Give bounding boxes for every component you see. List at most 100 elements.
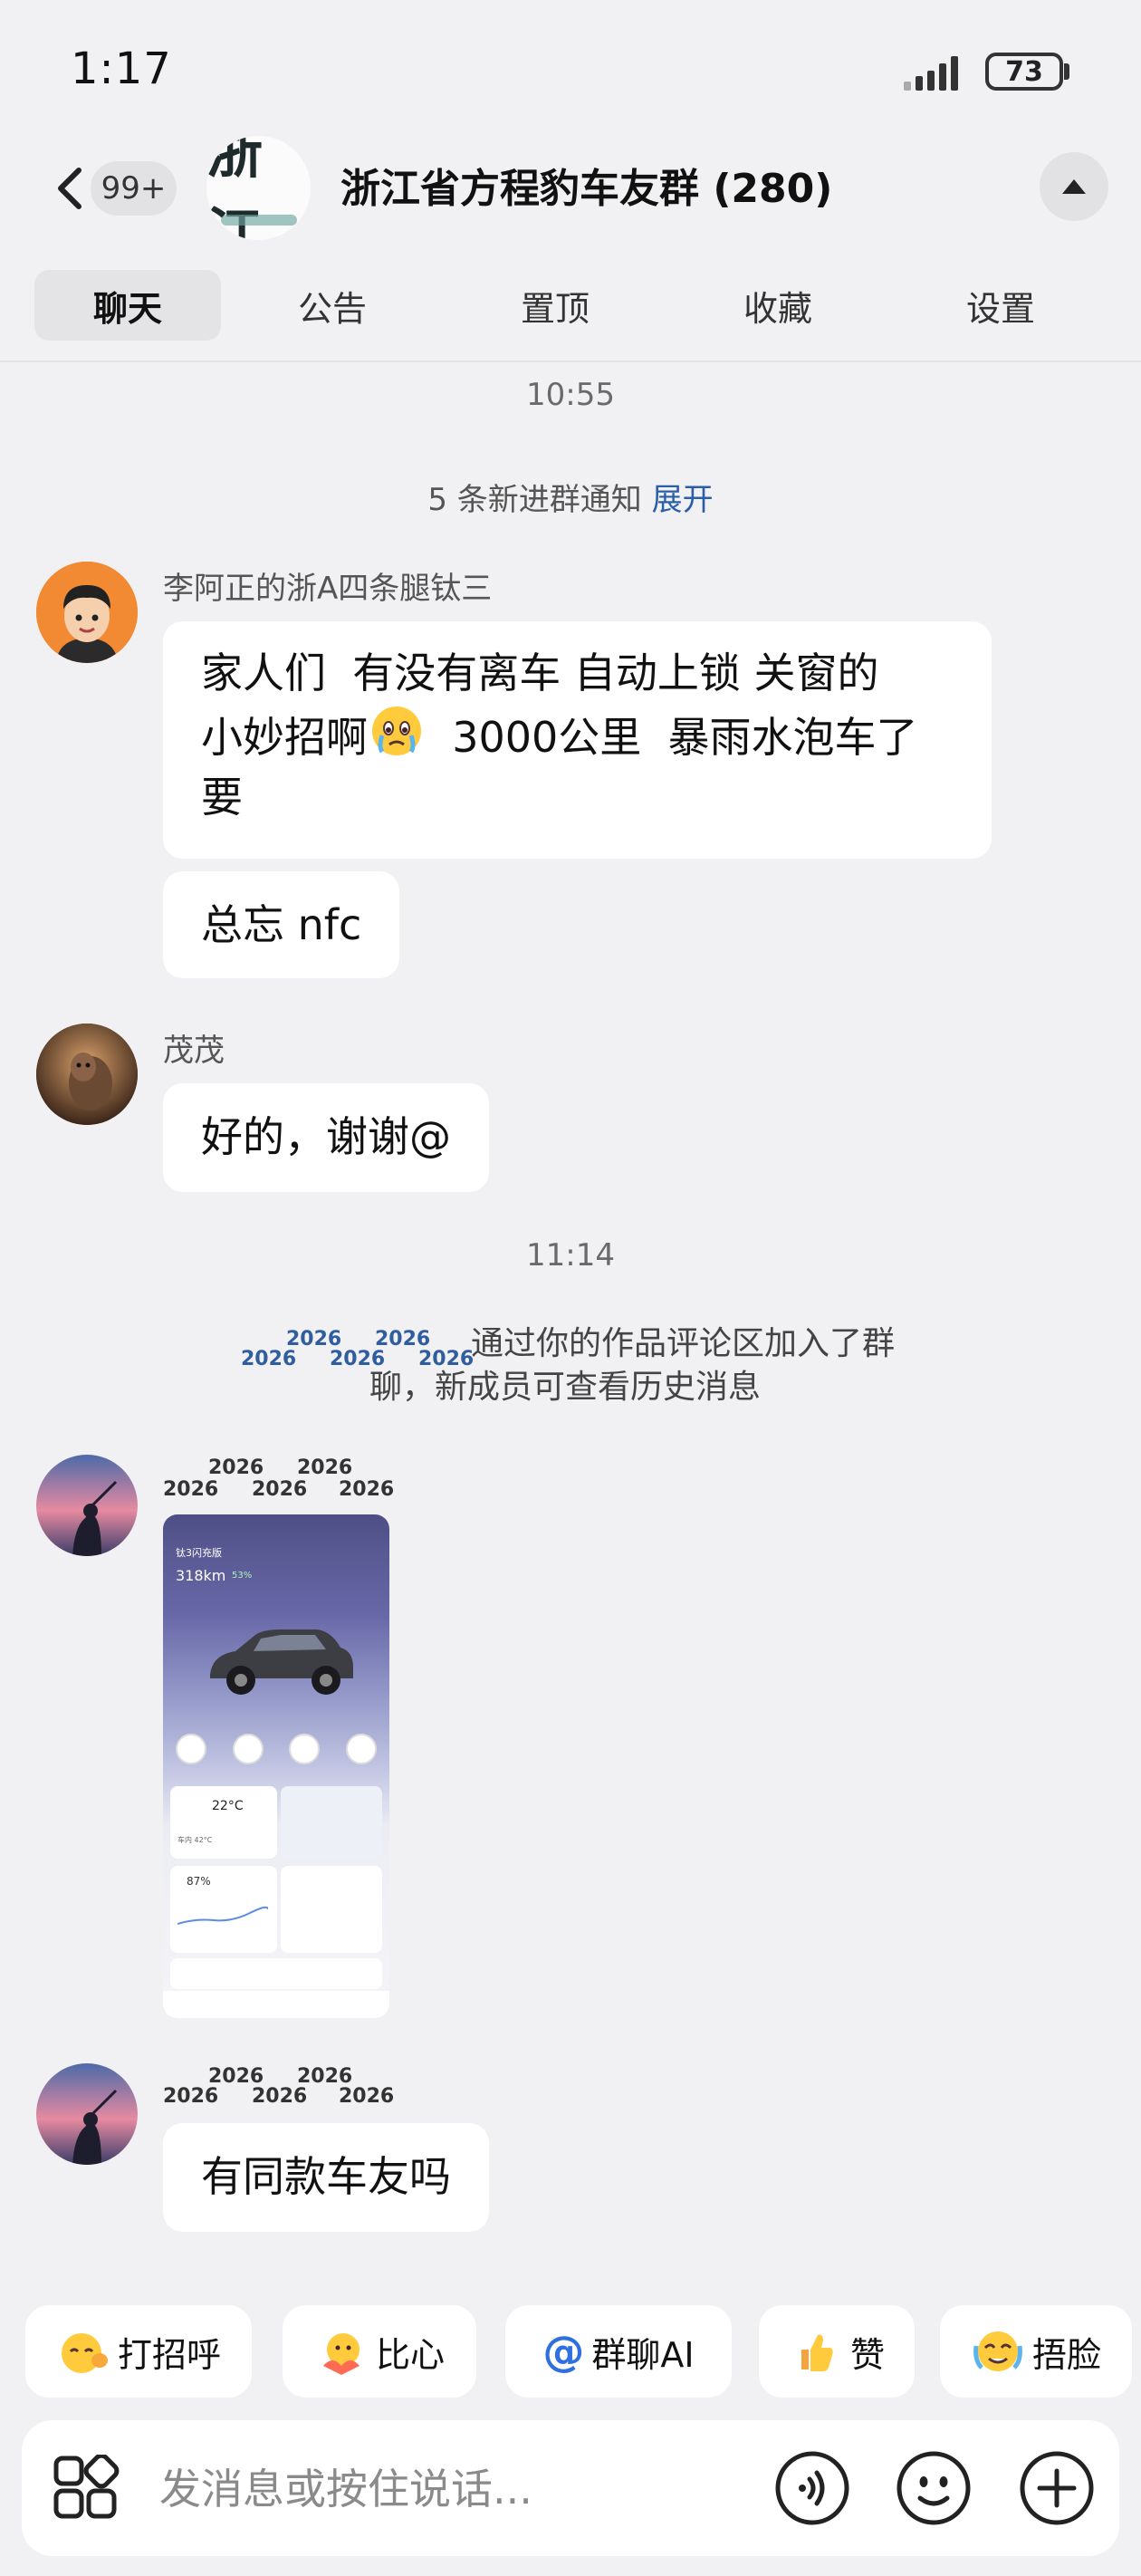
tab-bar: 聊天 公告 置顶 收藏 设置: [34, 270, 1112, 341]
battery-icon: 73: [985, 53, 1063, 91]
message-bubble[interactable]: 总忘 nfc: [163, 871, 400, 978]
message-text: 好的，谢谢@: [201, 1112, 451, 1161]
wave-emoji-icon: [56, 2326, 110, 2377]
phone-report-card: [281, 1866, 382, 1953]
avatar[interactable]: [36, 1455, 138, 1556]
nickname-decor-text: 2026: [252, 2085, 308, 2108]
phone-model-label: 钛3闪充版: [176, 1547, 222, 1559]
phone-energy-card: 87%: [170, 1866, 277, 1953]
quick-reply-label: 打招呼: [117, 2334, 221, 2375]
back-arrow-icon[interactable]: [50, 161, 95, 216]
message-text: 有同款车友吗: [201, 2152, 451, 2201]
phone-engine-icon: [289, 1734, 321, 1764]
join-event-line: 通过你的作品评论区加入了群: [471, 1325, 896, 1362]
nickname-decor-text: 2026: [208, 1456, 264, 1479]
message-text: 3000公里 暴雨水泡车了: [426, 713, 918, 762]
message-text: 家人们 有没有离车 自动上锁 关窗的: [201, 649, 879, 697]
group-avatar[interactable]: 浙江: [206, 136, 311, 240]
phone-lock-icon: [176, 1734, 207, 1764]
animal-avatar-icon: [36, 1024, 138, 1125]
status-time: 1:17: [71, 43, 172, 94]
phone-climate-card: 22°C 车内 42°C: [170, 1786, 277, 1859]
add-plus-icon[interactable]: [1018, 2449, 1096, 2527]
tab-settings[interactable]: 设置: [889, 270, 1112, 341]
nickname-decor-text: 2026: [163, 1478, 219, 1501]
sender-name[interactable]: 茂茂: [163, 1025, 225, 1070]
message-bubble[interactable]: 好的，谢谢@: [163, 1083, 489, 1192]
message-bubble[interactable]: 家人们 有没有离车 自动上锁 关窗的 小妙招啊 3000公里 暴雨水泡车了 要: [163, 621, 992, 859]
phone-range-value: 318km: [176, 1567, 226, 1584]
message-input-bar: [22, 2420, 1119, 2556]
battery-level: 73: [1005, 55, 1043, 88]
phone-service-card: [170, 1958, 382, 1989]
avatar[interactable]: [36, 1024, 138, 1125]
quick-reply-like[interactable]: 赞: [759, 2305, 915, 2398]
avatar[interactable]: [36, 2063, 138, 2165]
phone-dock: [163, 1991, 389, 2018]
divider: [0, 360, 1141, 362]
sunset-avatar-icon: [36, 1455, 138, 1556]
cartoon-avatar-icon: [36, 562, 138, 663]
nickname-decor-text: 2026: [241, 1348, 297, 1370]
nickname-decor-text: 2026: [297, 1456, 353, 1479]
quick-reply-label: 捂脸: [1031, 2334, 1101, 2375]
quick-reply-facepalm[interactable]: 捂脸: [940, 2305, 1132, 2398]
quick-reply-heart[interactable]: 比心: [283, 2305, 476, 2398]
status-bar: 1:17 73: [0, 0, 1141, 136]
quick-reply-label: 群聊AI: [591, 2334, 695, 2375]
collapse-button[interactable]: [1040, 152, 1108, 221]
nickname-decor-text: 2026: [252, 1478, 308, 1501]
phone-eco-value: 87%: [187, 1875, 211, 1888]
phone-fan-icon: [345, 1734, 377, 1764]
quick-reply-label: 赞: [849, 2334, 885, 2375]
caret-up-icon: [1062, 179, 1086, 194]
join-notice-text: 5 条新进群通知: [427, 482, 642, 518]
avatar[interactable]: [36, 562, 138, 663]
crying-emoji-icon: [368, 703, 426, 759]
phone-battery-value: 53%: [232, 1571, 253, 1581]
thumbs-up-icon: [789, 2326, 843, 2377]
timestamp: 10:55: [526, 377, 615, 413]
car-icon: [210, 1629, 353, 1695]
signal-icon: [904, 51, 958, 91]
message-bubble[interactable]: 有同款车友吗: [163, 2123, 489, 2232]
phone-car-temp: 车内 42°C: [177, 1836, 213, 1844]
chat-header: 99+ 浙江 浙江省方程豹车友群 (280): [0, 136, 1141, 240]
expand-link[interactable]: 展开: [652, 482, 714, 518]
voice-icon[interactable]: [773, 2449, 851, 2527]
avatar-decoration: [221, 215, 297, 226]
sender-name[interactable]: 李阿正的浙A四条腿钛三: [163, 563, 492, 608]
message-text: 总忘 nfc: [201, 900, 362, 949]
apps-grid-icon[interactable]: [53, 2455, 120, 2522]
group-title[interactable]: 浙江省方程豹车友群 (280): [340, 156, 832, 214]
tab-chat[interactable]: 聊天: [34, 270, 221, 341]
facepalm-emoji-icon: [971, 2326, 1025, 2377]
tab-announcement[interactable]: 公告: [221, 270, 444, 341]
emoji-icon[interactable]: [895, 2449, 973, 2527]
phone-map-card: [281, 1786, 382, 1859]
nickname-decor-text: 2026: [163, 2085, 219, 2108]
unread-count-badge[interactable]: 99+: [91, 161, 177, 216]
image-message[interactable]: 钛3闪充版 318km 53% 22°C 车内 42°C 87%: [163, 1514, 389, 2018]
phone-window-icon: [232, 1734, 264, 1764]
nickname-decor-text: 2026: [339, 1478, 395, 1501]
join-notice: 5 条新进群通知 展开: [0, 475, 1141, 519]
phone-sparkline-icon: [177, 1906, 268, 1925]
member-join-event: 通过你的作品评论区加入了群 聊，新成员可查看历史消息: [369, 1322, 942, 1406]
sunset-avatar-icon: [36, 2063, 138, 2165]
battery-tip: [1064, 63, 1069, 80]
tab-pinned[interactable]: 置顶: [444, 270, 666, 341]
quick-reply-greet[interactable]: 打招呼: [25, 2305, 252, 2398]
heart-hands-emoji-icon: [314, 2326, 369, 2377]
tab-favorites[interactable]: 收藏: [666, 270, 889, 341]
message-text: 小妙招啊: [201, 713, 368, 762]
quick-reply-label: 比心: [375, 2334, 445, 2375]
message-text: 要: [201, 773, 243, 822]
phone-controls: [163, 1734, 389, 1764]
at-icon: @: [542, 2327, 585, 2376]
phone-temp-value: 22°C: [212, 1799, 244, 1813]
message-input[interactable]: [159, 2453, 739, 2525]
nickname-decor-text: 2026: [339, 2085, 395, 2108]
quick-reply-group-ai[interactable]: @ 群聊AI: [505, 2305, 732, 2398]
timestamp: 11:14: [526, 1237, 615, 1274]
